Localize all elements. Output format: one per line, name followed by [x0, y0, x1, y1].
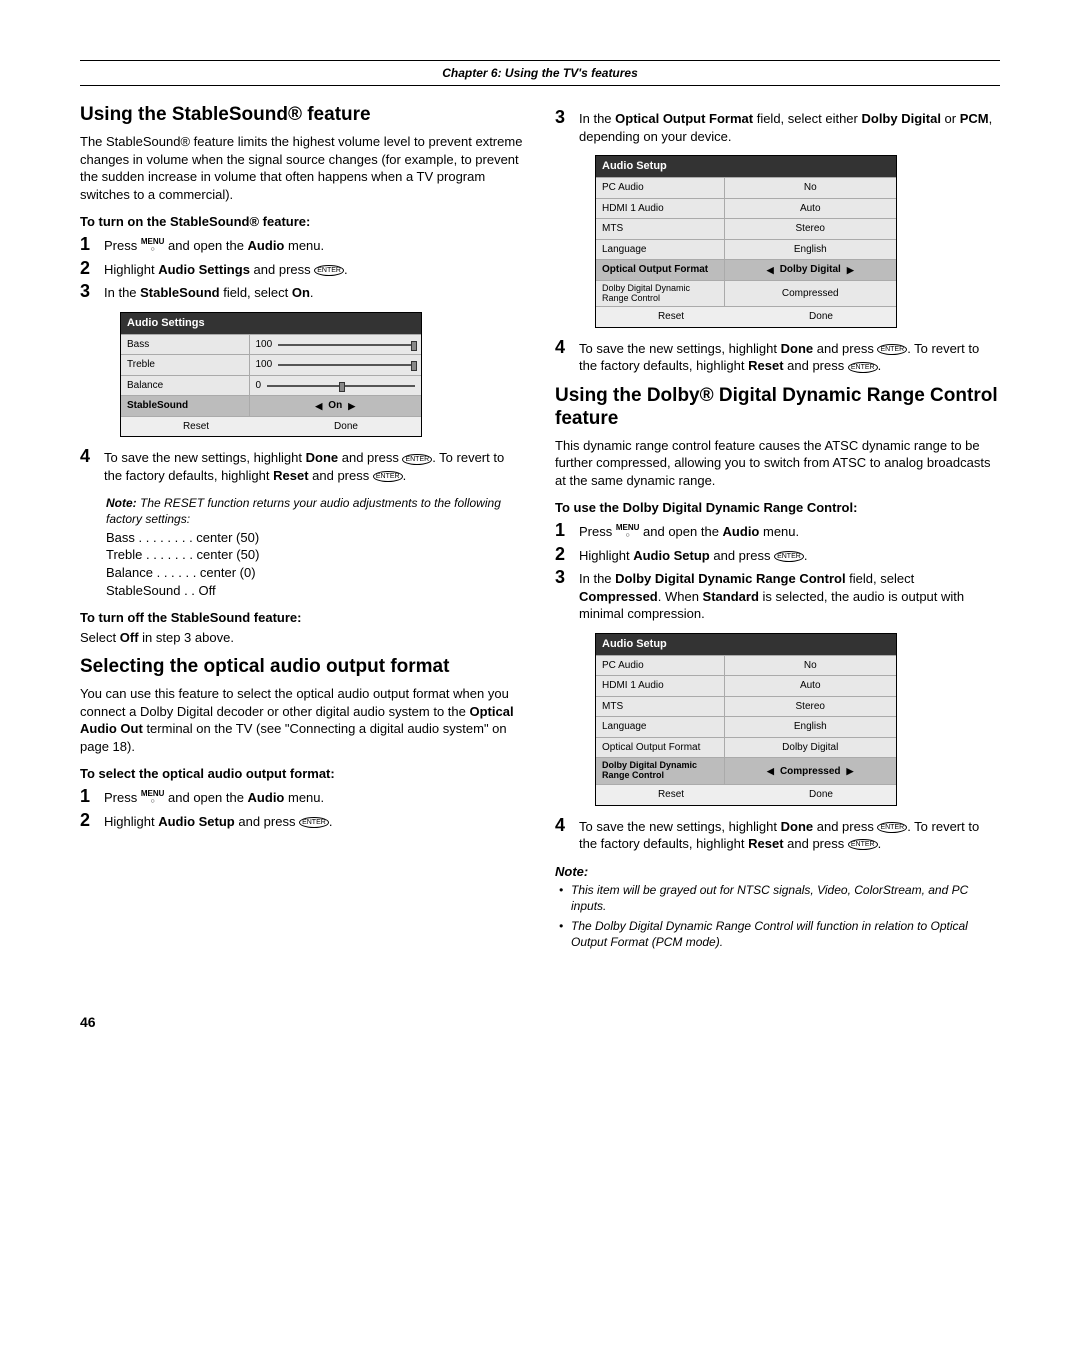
- steps-turn-on: 1 Press MENU and open the Audio menu. 2 …: [80, 235, 525, 302]
- turn-off-body: Select Off in step 3 above.: [80, 629, 525, 647]
- select-optical-heading: To select the optical audio output forma…: [80, 765, 525, 783]
- panel-done: Done: [746, 785, 896, 805]
- heading-dolby: Using the Dolby® Digital Dynamic Range C…: [555, 385, 1000, 431]
- left-column: Using the StableSound® feature The Stabl…: [80, 104, 525, 953]
- step-text: In the Optical Output Format field, sele…: [579, 108, 1000, 145]
- steps-optical-save: 4 To save the new settings, highlight Do…: [555, 338, 1000, 375]
- step-text: In the StableSound field, select On.: [104, 282, 525, 302]
- chapter-header: Chapter 6: Using the TV's features: [80, 60, 1000, 86]
- enter-icon: ENTER: [877, 822, 907, 833]
- note-block-2: Note: This item will be grayed out for N…: [555, 863, 1000, 950]
- right-column: 3 In the Optical Output Format field, se…: [555, 104, 1000, 953]
- step-text: Press MENU and open the Audio menu.: [104, 787, 525, 807]
- desc-optical: You can use this feature to select the o…: [80, 685, 525, 755]
- right-arrow-icon: ▶: [348, 400, 355, 412]
- step-text: Highlight Audio Setup and press ENTER.: [104, 811, 525, 831]
- step-text: To save the new settings, highlight Done…: [579, 816, 1000, 853]
- steps-turn-on-cont: 4 To save the new settings, highlight Do…: [80, 447, 525, 484]
- menu-icon: MENU: [141, 237, 165, 251]
- enter-icon: ENTER: [402, 454, 432, 465]
- step-number: 1: [80, 787, 104, 807]
- desc-stablesound: The StableSound® feature limits the high…: [80, 133, 525, 203]
- enter-icon: ENTER: [848, 839, 878, 850]
- enter-icon: ENTER: [373, 471, 403, 482]
- step-text: To save the new settings, highlight Done…: [579, 338, 1000, 375]
- step-number: 4: [555, 338, 579, 358]
- turn-on-heading: To turn on the StableSound® feature:: [80, 213, 525, 231]
- note-item: The Dolby Digital Dynamic Range Control …: [559, 918, 1000, 950]
- turn-off-heading: To turn off the StableSound feature:: [80, 609, 525, 627]
- desc-dolby: This dynamic range control feature cause…: [555, 437, 1000, 490]
- page-number: 46: [80, 1013, 1000, 1032]
- steps-dolby: 1 Press MENU and open the Audio menu. 2 …: [555, 521, 1000, 623]
- enter-icon: ENTER: [299, 817, 329, 828]
- menu-icon: MENU: [141, 789, 165, 803]
- step-number: 1: [80, 235, 104, 255]
- panel-title: Audio Settings: [121, 313, 421, 334]
- steps-dolby-save: 4 To save the new settings, highlight Do…: [555, 816, 1000, 853]
- enter-icon: ENTER: [774, 551, 804, 562]
- use-dolby-heading: To use the Dolby Digital Dynamic Range C…: [555, 499, 1000, 517]
- panel-reset: Reset: [596, 785, 746, 805]
- enter-icon: ENTER: [848, 362, 878, 373]
- note-block: Note: The RESET function returns your au…: [106, 495, 525, 527]
- panel-done: Done: [746, 307, 896, 327]
- step-number: 2: [555, 545, 579, 565]
- panel-audio-setup-1: Audio Setup PC AudioNo HDMI 1 AudioAuto …: [595, 155, 897, 328]
- right-arrow-icon: ▶: [847, 765, 854, 777]
- step-text: Highlight Audio Settings and press ENTER…: [104, 259, 525, 279]
- step-number: 2: [80, 259, 104, 279]
- step-text: Press MENU and open the Audio menu.: [579, 521, 1000, 541]
- enter-icon: ENTER: [877, 344, 907, 355]
- step-text: Highlight Audio Setup and press ENTER.: [579, 545, 1000, 565]
- note-item: This item will be grayed out for NTSC si…: [559, 882, 1000, 914]
- left-arrow-icon: ◀: [767, 765, 774, 777]
- step-text: Press MENU and open the Audio menu.: [104, 235, 525, 255]
- panel-audio-setup-2: Audio Setup PC AudioNo HDMI 1 AudioAuto …: [595, 633, 897, 806]
- panel-title: Audio Setup: [596, 634, 896, 655]
- heading-stablesound: Using the StableSound® feature: [80, 104, 525, 127]
- step-text: To save the new settings, highlight Done…: [104, 447, 525, 484]
- right-arrow-icon: ▶: [847, 264, 854, 276]
- step-number: 3: [80, 282, 104, 302]
- panel-reset: Reset: [121, 417, 271, 437]
- step-text: In the Dolby Digital Dynamic Range Contr…: [579, 568, 1000, 623]
- steps-optical: 1 Press MENU and open the Audio menu. 2 …: [80, 787, 525, 831]
- step-number: 2: [80, 811, 104, 831]
- left-arrow-icon: ◀: [767, 264, 774, 276]
- step-number: 3: [555, 568, 579, 588]
- reset-defaults-list: Bass . . . . . . . . center (50) Treble …: [106, 529, 525, 599]
- step-number: 4: [555, 816, 579, 836]
- panel-audio-settings: Audio Settings Bass100 Treble100 Balance…: [120, 312, 422, 437]
- panel-reset: Reset: [596, 307, 746, 327]
- step-number: 4: [80, 447, 104, 467]
- step-number: 1: [555, 521, 579, 541]
- panel-title: Audio Setup: [596, 156, 896, 177]
- step-number: 3: [555, 108, 579, 128]
- enter-icon: ENTER: [314, 265, 344, 276]
- left-arrow-icon: ◀: [315, 400, 322, 412]
- heading-optical: Selecting the optical audio output forma…: [80, 656, 525, 679]
- menu-icon: MENU: [616, 523, 640, 537]
- steps-optical-cont: 3 In the Optical Output Format field, se…: [555, 108, 1000, 145]
- panel-done: Done: [271, 417, 421, 437]
